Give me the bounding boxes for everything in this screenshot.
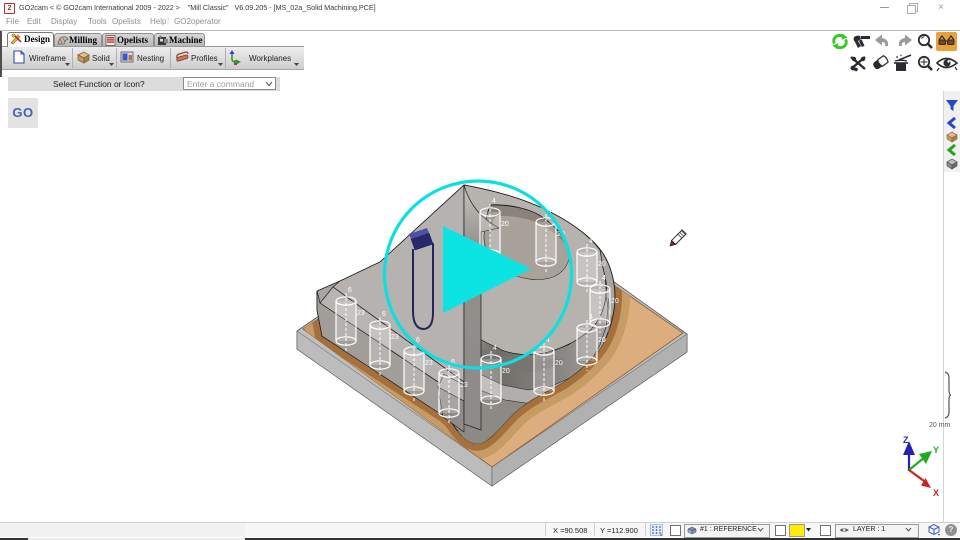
svg-text:20: 20 <box>501 221 509 228</box>
svg-text:20: 20 <box>502 368 510 375</box>
svg-text:Z: Z <box>903 435 909 445</box>
svg-text:4: 4 <box>589 238 593 245</box>
svg-text:X: X <box>933 488 939 498</box>
svg-text:23: 23 <box>357 310 365 317</box>
svg-text:20: 20 <box>598 261 606 268</box>
svg-text:20: 20 <box>555 360 563 367</box>
svg-text:4: 4 <box>493 345 497 352</box>
svg-text:6: 6 <box>382 311 386 318</box>
svg-text:4: 4 <box>492 198 496 205</box>
svg-text:20: 20 <box>598 337 606 344</box>
svg-text:20 mm: 20 mm <box>929 422 951 429</box>
svg-text:23: 23 <box>460 382 468 389</box>
svg-text:23: 23 <box>391 334 399 341</box>
svg-text:4: 4 <box>602 275 606 282</box>
svg-text:23: 23 <box>425 360 433 367</box>
svg-text:Y: Y <box>933 445 939 455</box>
svg-text:6: 6 <box>348 287 352 294</box>
svg-text:20: 20 <box>611 298 619 305</box>
